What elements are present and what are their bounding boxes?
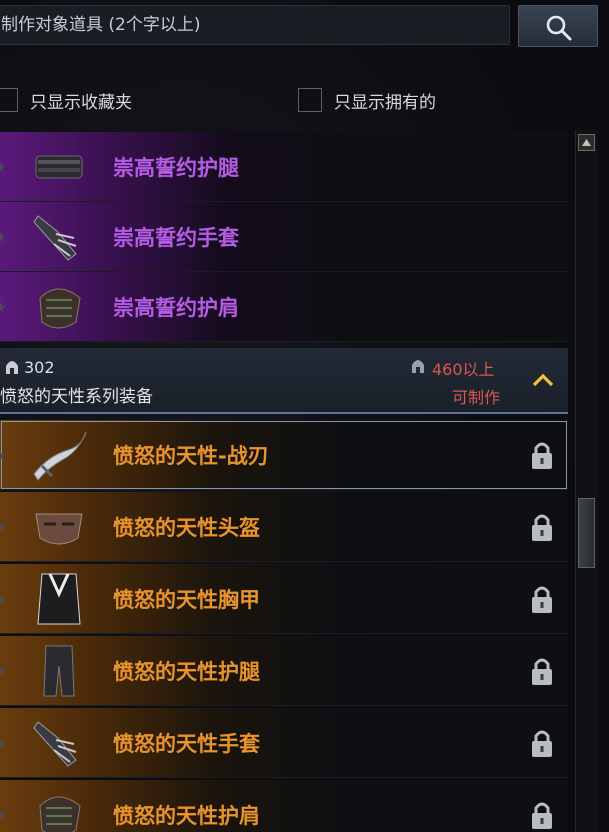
- item-label: 愤怒的天性手套: [113, 732, 260, 756]
- list-item[interactable]: ★ 崇高誓约手套: [0, 202, 568, 272]
- favorite-star-icon[interactable]: ★: [0, 664, 7, 680]
- lock-icon: [532, 658, 552, 685]
- scrollbar[interactable]: [575, 130, 598, 832]
- favorite-star-icon[interactable]: ★: [0, 736, 7, 752]
- item-label: 崇高誓约护腿: [113, 156, 239, 180]
- lock-icon: [532, 442, 552, 469]
- favorite-star-icon[interactable]: ★: [0, 808, 7, 824]
- leg-armor-icon: [43, 645, 75, 697]
- recipe-list: ★ 崇高誓约护腿 ★ 崇高誓约手套 ★ 崇高誓约护肩 302 愤怒的天性系列装备…: [0, 130, 570, 832]
- owned-filter[interactable]: 只显示拥有的: [298, 86, 436, 114]
- search-row: 制作对象道具 (2个字以上): [0, 0, 609, 56]
- search-input[interactable]: 制作对象道具 (2个字以上): [0, 5, 510, 45]
- chest-armor-icon: [37, 573, 81, 625]
- set-title: 愤怒的天性系列装备: [0, 387, 153, 407]
- pauldron-icon: [39, 796, 81, 832]
- item-label: 愤怒的天性护肩: [113, 804, 260, 828]
- favorites-checkbox[interactable]: [0, 88, 18, 112]
- item-label: 崇高誓约手套: [113, 226, 239, 250]
- search-button[interactable]: [518, 5, 598, 47]
- list-item[interactable]: ★ 愤怒的天性-战刃: [0, 420, 568, 490]
- crafting-panel: 制作对象道具 (2个字以上) 只显示收藏夹 只显示拥有的 ★ 崇高誓约护腿 ★: [0, 0, 609, 832]
- owned-filter-label: 只显示拥有的: [334, 92, 436, 113]
- lock-icon: [532, 802, 552, 829]
- list-item[interactable]: ★ 崇高誓约护腿: [0, 132, 568, 202]
- favorite-star-icon[interactable]: ★: [0, 520, 7, 536]
- lock-icon: [532, 730, 552, 757]
- leg-armor-icon: [35, 155, 83, 179]
- helmet-requirement-icon: [412, 360, 424, 373]
- list-item[interactable]: ★ 崇高誓约护肩: [0, 272, 568, 342]
- lock-icon: [532, 514, 552, 541]
- gauntlet-icon: [33, 721, 77, 767]
- owned-checkbox[interactable]: [298, 88, 322, 112]
- favorite-star-icon[interactable]: ★: [0, 230, 7, 246]
- favorites-filter[interactable]: 只显示收藏夹: [0, 86, 132, 114]
- item-label: 愤怒的天性护腿: [113, 660, 260, 684]
- list-item[interactable]: ★ 愤怒的天性头盔: [0, 492, 568, 562]
- list-item[interactable]: ★ 愤怒的天性护肩: [0, 780, 568, 832]
- item-label: 崇高誓约护肩: [113, 296, 239, 320]
- level-requirement: 460以上: [432, 360, 495, 379]
- list-item[interactable]: ★ 愤怒的天性手套: [0, 708, 568, 778]
- scroll-up-button[interactable]: [578, 134, 595, 151]
- helmet-level-icon: [6, 361, 18, 374]
- chevron-up-icon[interactable]: [532, 372, 554, 388]
- set-level: 302: [24, 358, 55, 377]
- blade-icon: [33, 431, 87, 481]
- favorite-star-icon[interactable]: ★: [0, 160, 7, 176]
- search-icon: [546, 15, 572, 41]
- triangle-up-icon: [582, 139, 591, 146]
- item-label: 愤怒的天性头盔: [113, 516, 260, 540]
- item-label: 愤怒的天性-战刃: [113, 444, 269, 468]
- pauldron-icon: [39, 288, 81, 329]
- item-label: 愤怒的天性胸甲: [113, 588, 260, 612]
- scroll-thumb[interactable]: [578, 498, 595, 568]
- craftable-label: 可制作: [452, 388, 501, 407]
- favorite-star-icon[interactable]: ★: [0, 592, 7, 608]
- list-item[interactable]: ★ 愤怒的天性护腿: [0, 636, 568, 706]
- favorite-star-icon[interactable]: ★: [0, 300, 7, 316]
- favorite-star-icon[interactable]: ★: [0, 448, 7, 464]
- favorites-filter-label: 只显示收藏夹: [30, 92, 132, 113]
- gauntlet-icon: [33, 215, 77, 261]
- mask-helmet-icon: [35, 513, 83, 545]
- list-item[interactable]: ★ 愤怒的天性胸甲: [0, 564, 568, 634]
- set-group-header[interactable]: 302 愤怒的天性系列装备 460以上 可制作: [0, 348, 568, 414]
- lock-icon: [532, 586, 552, 613]
